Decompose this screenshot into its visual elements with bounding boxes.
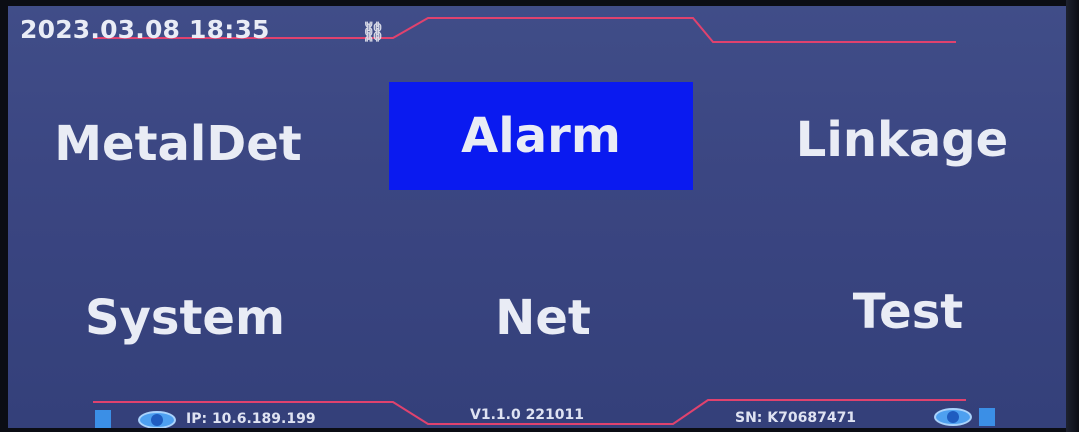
link-icon: ⛓: [361, 21, 386, 43]
status-square-icon: [979, 408, 995, 426]
device-bezel: [1066, 0, 1079, 432]
menu-item-net[interactable]: Net: [428, 268, 658, 368]
ip-address: IP: 10.6.189.199: [186, 411, 316, 427]
firmware-version: V1.1.0 221011: [470, 407, 585, 423]
eye-icon: [138, 411, 176, 428]
serial-number: SN: K70687471: [735, 410, 857, 426]
menu-item-test[interactable]: Test: [788, 262, 1028, 362]
menu-item-alarm[interactable]: Alarm: [389, 82, 693, 190]
eye-icon: [934, 408, 972, 426]
menu-item-linkage[interactable]: Linkage: [752, 90, 1052, 190]
datetime-display: 2023.03.08 18:35: [20, 15, 270, 44]
status-square-icon: [95, 410, 111, 428]
menu-item-system[interactable]: System: [50, 268, 320, 368]
device-screen: 2023.03.08 18:35 ⛓ MetalDet Alarm Linkag…: [8, 6, 1066, 428]
menu-item-metaldet[interactable]: MetalDet: [28, 94, 328, 194]
